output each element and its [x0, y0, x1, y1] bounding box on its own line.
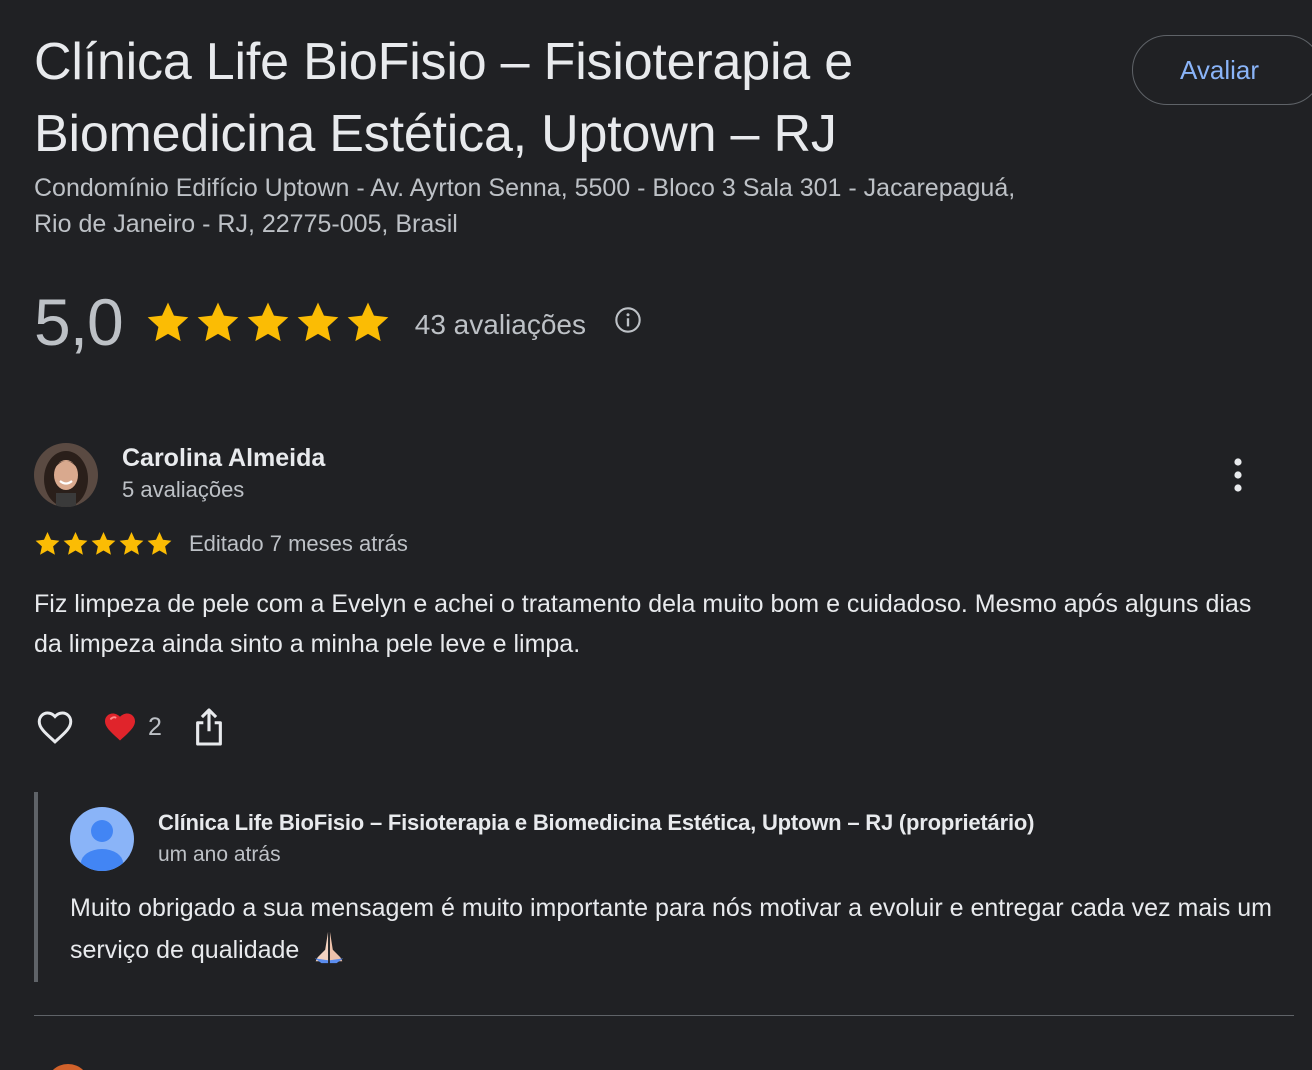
reviewer-name[interactable]: Carolina Almeida — [122, 444, 325, 473]
share-icon[interactable] — [192, 707, 226, 747]
star-icon — [35, 532, 60, 555]
average-stars — [145, 299, 391, 345]
star-icon — [91, 532, 116, 555]
folded-hands-emoji — [315, 931, 344, 964]
heart-outline-icon[interactable] — [34, 706, 76, 748]
star-icon — [197, 302, 239, 342]
red-heart-icon — [105, 713, 135, 741]
owner-reply-time: um ano atrás — [158, 843, 281, 866]
info-icon[interactable] — [614, 306, 642, 334]
star-icon — [63, 532, 88, 555]
owner-reply-text: Muito obrigado a sua mensagem é muito im… — [70, 888, 1285, 970]
star-icon — [119, 532, 144, 555]
owner-reply-divider — [34, 792, 38, 982]
owner-reply-body: Muito obrigado a sua mensagem é muito im… — [70, 894, 1272, 964]
star-icon — [297, 302, 339, 342]
reviewer-review-count: 5 avaliações — [122, 477, 245, 502]
total-reviews: 43 avaliações — [414, 309, 586, 340]
heart-reaction[interactable]: 2 — [102, 709, 162, 745]
reviewer-avatar[interactable] — [34, 443, 98, 507]
average-score: 5,0 — [34, 285, 124, 359]
next-reviewer-avatar[interactable] — [46, 1064, 90, 1070]
heart-reaction-count: 2 — [148, 712, 162, 741]
star-icon — [347, 302, 389, 342]
owner-name: Clínica Life BioFisio – Fisioterapia e B… — [158, 810, 1035, 835]
write-review-button[interactable]: Avaliar — [1132, 35, 1312, 105]
review-text: Fiz limpeza de pele com a Evelyn e achei… — [34, 590, 1252, 658]
more-vert-icon[interactable] — [1224, 456, 1252, 494]
star-icon — [147, 532, 172, 555]
review-stars — [34, 530, 173, 557]
reviewer-photo — [34, 443, 98, 507]
star-icon — [247, 302, 289, 342]
star-icon — [147, 302, 189, 342]
owner-avatar-icon — [70, 807, 134, 871]
reviews-panel: Clínica Life BioFisio – Fisioterapia e B… — [0, 0, 1312, 1070]
review-edited-time: Editado 7 meses atrás — [189, 530, 408, 556]
review-actions: 2 — [34, 704, 226, 750]
rating-summary: 5,0 43 avaliações — [34, 282, 642, 362]
business-title: Clínica Life BioFisio – Fisioterapia e B… — [34, 33, 853, 163]
review-divider — [34, 1015, 1294, 1016]
business-address: Condomínio Edifício Uptown - Av. Ayrton … — [34, 174, 1016, 238]
review-meta: Editado 7 meses atrás — [34, 530, 408, 557]
